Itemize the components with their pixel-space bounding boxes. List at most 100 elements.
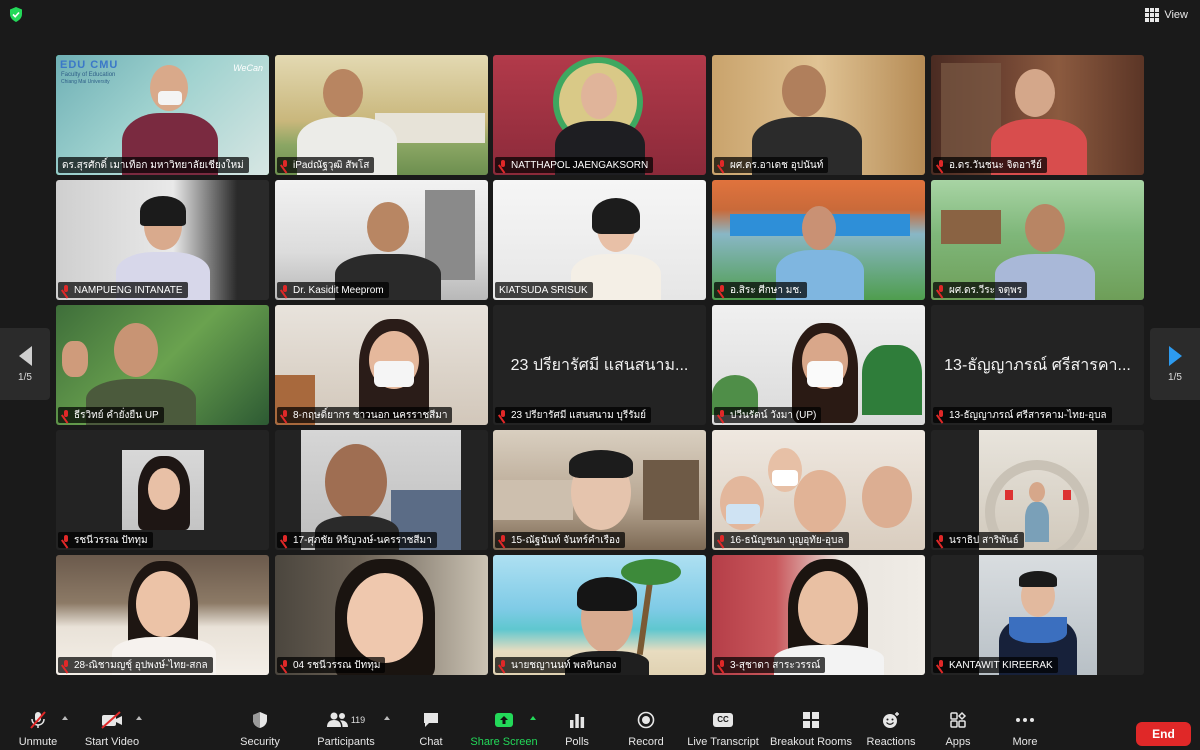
participant-tile[interactable]: NATTHAPOL JAENGAKSORN bbox=[493, 55, 706, 175]
participant-tile[interactable]: 15-ณัฐนันท์ จันทร์คำเรือง bbox=[493, 430, 706, 550]
breakout-rooms-label: Breakout Rooms bbox=[770, 736, 852, 748]
participant-tile[interactable]: ผศ.ดร.วีระ จตุพร bbox=[931, 180, 1144, 300]
participant-name-tag: 13-ธัญญาภรณ์ ศรีสารคาม-ไทย-อุบล bbox=[933, 407, 1112, 423]
participant-tile[interactable]: อ.ดร.วันชนะ จิตอารีย์ bbox=[931, 55, 1144, 175]
participant-tile[interactable]: EDU CMU Faculty of Education Chiang Mai … bbox=[56, 55, 269, 175]
participant-tile[interactable]: รชนีวรรณ ปัททุม bbox=[56, 430, 269, 550]
audio-options-caret-icon[interactable] bbox=[62, 716, 68, 720]
participants-icon: 119 bbox=[326, 710, 366, 730]
muted-mic-icon bbox=[281, 535, 289, 545]
security-shield-icon[interactable] bbox=[9, 7, 23, 22]
arrow-left-icon bbox=[18, 345, 32, 366]
video-off-icon bbox=[100, 710, 124, 730]
participants-options-caret-icon[interactable] bbox=[384, 716, 390, 720]
video-gallery: EDU CMU Faculty of Education Chiang Mai … bbox=[56, 55, 1144, 677]
grid-view-icon bbox=[1145, 8, 1160, 22]
participant-tile[interactable]: ธีรวิทย์ คำยั่งยืน UP bbox=[56, 305, 269, 425]
record-icon bbox=[637, 710, 655, 730]
share-options-caret-icon[interactable] bbox=[530, 716, 536, 720]
start-video-label: Start Video bbox=[84, 736, 140, 748]
breakout-rooms-button[interactable]: Breakout Rooms bbox=[770, 710, 852, 748]
participant-tile[interactable]: NAMPUENG INTANATE bbox=[56, 180, 269, 300]
participant-name-tag: ดร.สุรศักดิ์ เมาเทือก มหาวิทยาลัยเชียงให… bbox=[58, 157, 249, 173]
participant-tile[interactable]: 16-ธนัญชนก บุญอุทัย-อุบล bbox=[712, 430, 925, 550]
participant-name-tag: 16-ธนัญชนก บุญอุทัย-อุบล bbox=[714, 532, 849, 548]
participant-tile[interactable]: 28-ณิชามญชุ์ อุปพงษ์-ไทย-สกล bbox=[56, 555, 269, 675]
participant-name-tag: 28-ณิชามญชุ์ อุปพงษ์-ไทย-สกล bbox=[58, 657, 213, 673]
unmute-button[interactable]: Unmute bbox=[18, 710, 58, 748]
live-transcript-button[interactable]: CC Live Transcript bbox=[686, 710, 760, 748]
polls-label: Polls bbox=[565, 736, 589, 748]
muted-mic-icon bbox=[718, 285, 726, 295]
muted-mic-icon bbox=[718, 535, 726, 545]
participant-name-tag: ปวีนรัตน์ วังมา (UP) bbox=[714, 407, 822, 423]
participant-tile[interactable]: KIATSUDA SRISUK bbox=[493, 180, 706, 300]
reactions-label: Reactions bbox=[866, 736, 916, 748]
participant-tile[interactable]: ผศ.ดร.อาเดช อุปนันท์ bbox=[712, 55, 925, 175]
participant-tile[interactable]: Dr. Kasidit Meeprom bbox=[275, 180, 488, 300]
participant-name-tag: นายชญานนท์ พลหินกอง bbox=[495, 657, 622, 673]
muted-mic-icon bbox=[499, 535, 507, 545]
university-text: Chiang Mai University bbox=[61, 79, 110, 85]
muted-mic-icon bbox=[281, 660, 289, 670]
participant-tile[interactable]: 8-กฤษดิ์ยากร ชาวนอก นครราชสีมา bbox=[275, 305, 488, 425]
reactions-button[interactable]: Reactions bbox=[866, 710, 916, 748]
video-options-caret-icon[interactable] bbox=[136, 716, 142, 720]
polls-button[interactable]: Polls bbox=[562, 710, 592, 748]
record-button[interactable]: Record bbox=[626, 710, 666, 748]
participant-tile[interactable]: 13-ธัญญาภรณ์ ศรีสารคา... 13-ธัญญาภรณ์ ศร… bbox=[931, 305, 1144, 425]
next-page-button[interactable]: 1/5 bbox=[1150, 328, 1200, 400]
participants-button[interactable]: 119 Participants bbox=[316, 710, 376, 748]
participant-tile[interactable]: 17-ศุภชัย หิรัญวงษ์-นครราชสีมา bbox=[275, 430, 488, 550]
muted-mic-icon bbox=[62, 410, 70, 420]
meeting-toolbar: Unmute Start Video Security 119 Particip… bbox=[0, 706, 1200, 750]
participant-name-tag: อ.ดร.วันชนะ จิตอารีย์ bbox=[933, 157, 1047, 173]
participant-display-name: 13-ธัญญาภรณ์ ศรีสารคา... bbox=[944, 357, 1131, 374]
participants-count: 119 bbox=[350, 715, 366, 725]
participant-name-tag: 8-กฤษดิ์ยากร ชาวนอก นครราชสีมา bbox=[277, 407, 453, 423]
chat-button[interactable]: Chat bbox=[416, 710, 446, 748]
muted-mic-icon bbox=[937, 160, 945, 170]
participant-tile[interactable]: นราธิป สาริพันธ์ bbox=[931, 430, 1144, 550]
participant-tile[interactable]: ปวีนรัตน์ วังมา (UP) bbox=[712, 305, 925, 425]
participant-tile[interactable]: อ.สิระ ศีกษา มช. bbox=[712, 180, 925, 300]
participant-tile[interactable]: นายชญานนท์ พลหินกอง bbox=[493, 555, 706, 675]
more-dots-icon bbox=[1015, 710, 1035, 730]
closed-captions-icon: CC bbox=[713, 710, 733, 730]
participant-tile[interactable]: 04 รชนีวรรณ ปัททุม bbox=[275, 555, 488, 675]
end-meeting-button[interactable]: End bbox=[1136, 722, 1191, 746]
security-button[interactable]: Security bbox=[238, 710, 282, 748]
share-screen-button[interactable]: Share Screen bbox=[470, 710, 538, 748]
muted-microphone-icon bbox=[28, 710, 48, 730]
live-transcript-label: Live Transcript bbox=[687, 736, 759, 748]
apps-button[interactable]: Apps bbox=[943, 710, 973, 748]
wecan-text: WeCan bbox=[233, 63, 263, 73]
participant-tile[interactable]: 3-สุชาดา สาระวรรณ์ bbox=[712, 555, 925, 675]
participant-tile[interactable]: 23 ปรียารัศมี แสนสนาม... 23 ปรียารัศมี แ… bbox=[493, 305, 706, 425]
start-video-button[interactable]: Start Video bbox=[84, 710, 140, 748]
participant-tile[interactable]: iPadณัฐวุฒิ สัพโส bbox=[275, 55, 488, 175]
share-screen-label: Share Screen bbox=[470, 736, 538, 748]
participant-name-tag: รชนีวรรณ ปัททุม bbox=[58, 532, 153, 548]
muted-mic-icon bbox=[499, 410, 507, 420]
participant-name-tag: 15-ณัฐนันท์ จันทร์คำเรือง bbox=[495, 532, 625, 548]
muted-mic-icon bbox=[62, 285, 70, 295]
apps-label: Apps bbox=[945, 736, 971, 748]
participant-name-tag: 04 รชนีวรรณ ปัททุม bbox=[277, 657, 386, 673]
muted-mic-icon bbox=[281, 285, 289, 295]
muted-mic-icon bbox=[499, 660, 507, 670]
muted-mic-icon bbox=[937, 285, 945, 295]
participant-name-tag: NAMPUENG INTANATE bbox=[58, 282, 188, 298]
view-button[interactable]: View bbox=[1145, 6, 1188, 24]
participant-name-tag: Dr. Kasidit Meeprom bbox=[277, 282, 389, 298]
muted-mic-icon bbox=[718, 410, 726, 420]
participants-label: Participants bbox=[317, 736, 375, 748]
muted-mic-icon bbox=[281, 410, 289, 420]
previous-page-button[interactable]: 1/5 bbox=[0, 328, 50, 400]
more-button[interactable]: More bbox=[1010, 710, 1040, 748]
participant-name-tag: ผศ.ดร.วีระ จตุพร bbox=[933, 282, 1028, 298]
participant-tile[interactable]: KANTAWIT KIREERAK bbox=[931, 555, 1144, 675]
unmute-label: Unmute bbox=[18, 736, 58, 748]
muted-mic-icon bbox=[718, 660, 726, 670]
participant-name-tag: KIATSUDA SRISUK bbox=[495, 282, 593, 298]
